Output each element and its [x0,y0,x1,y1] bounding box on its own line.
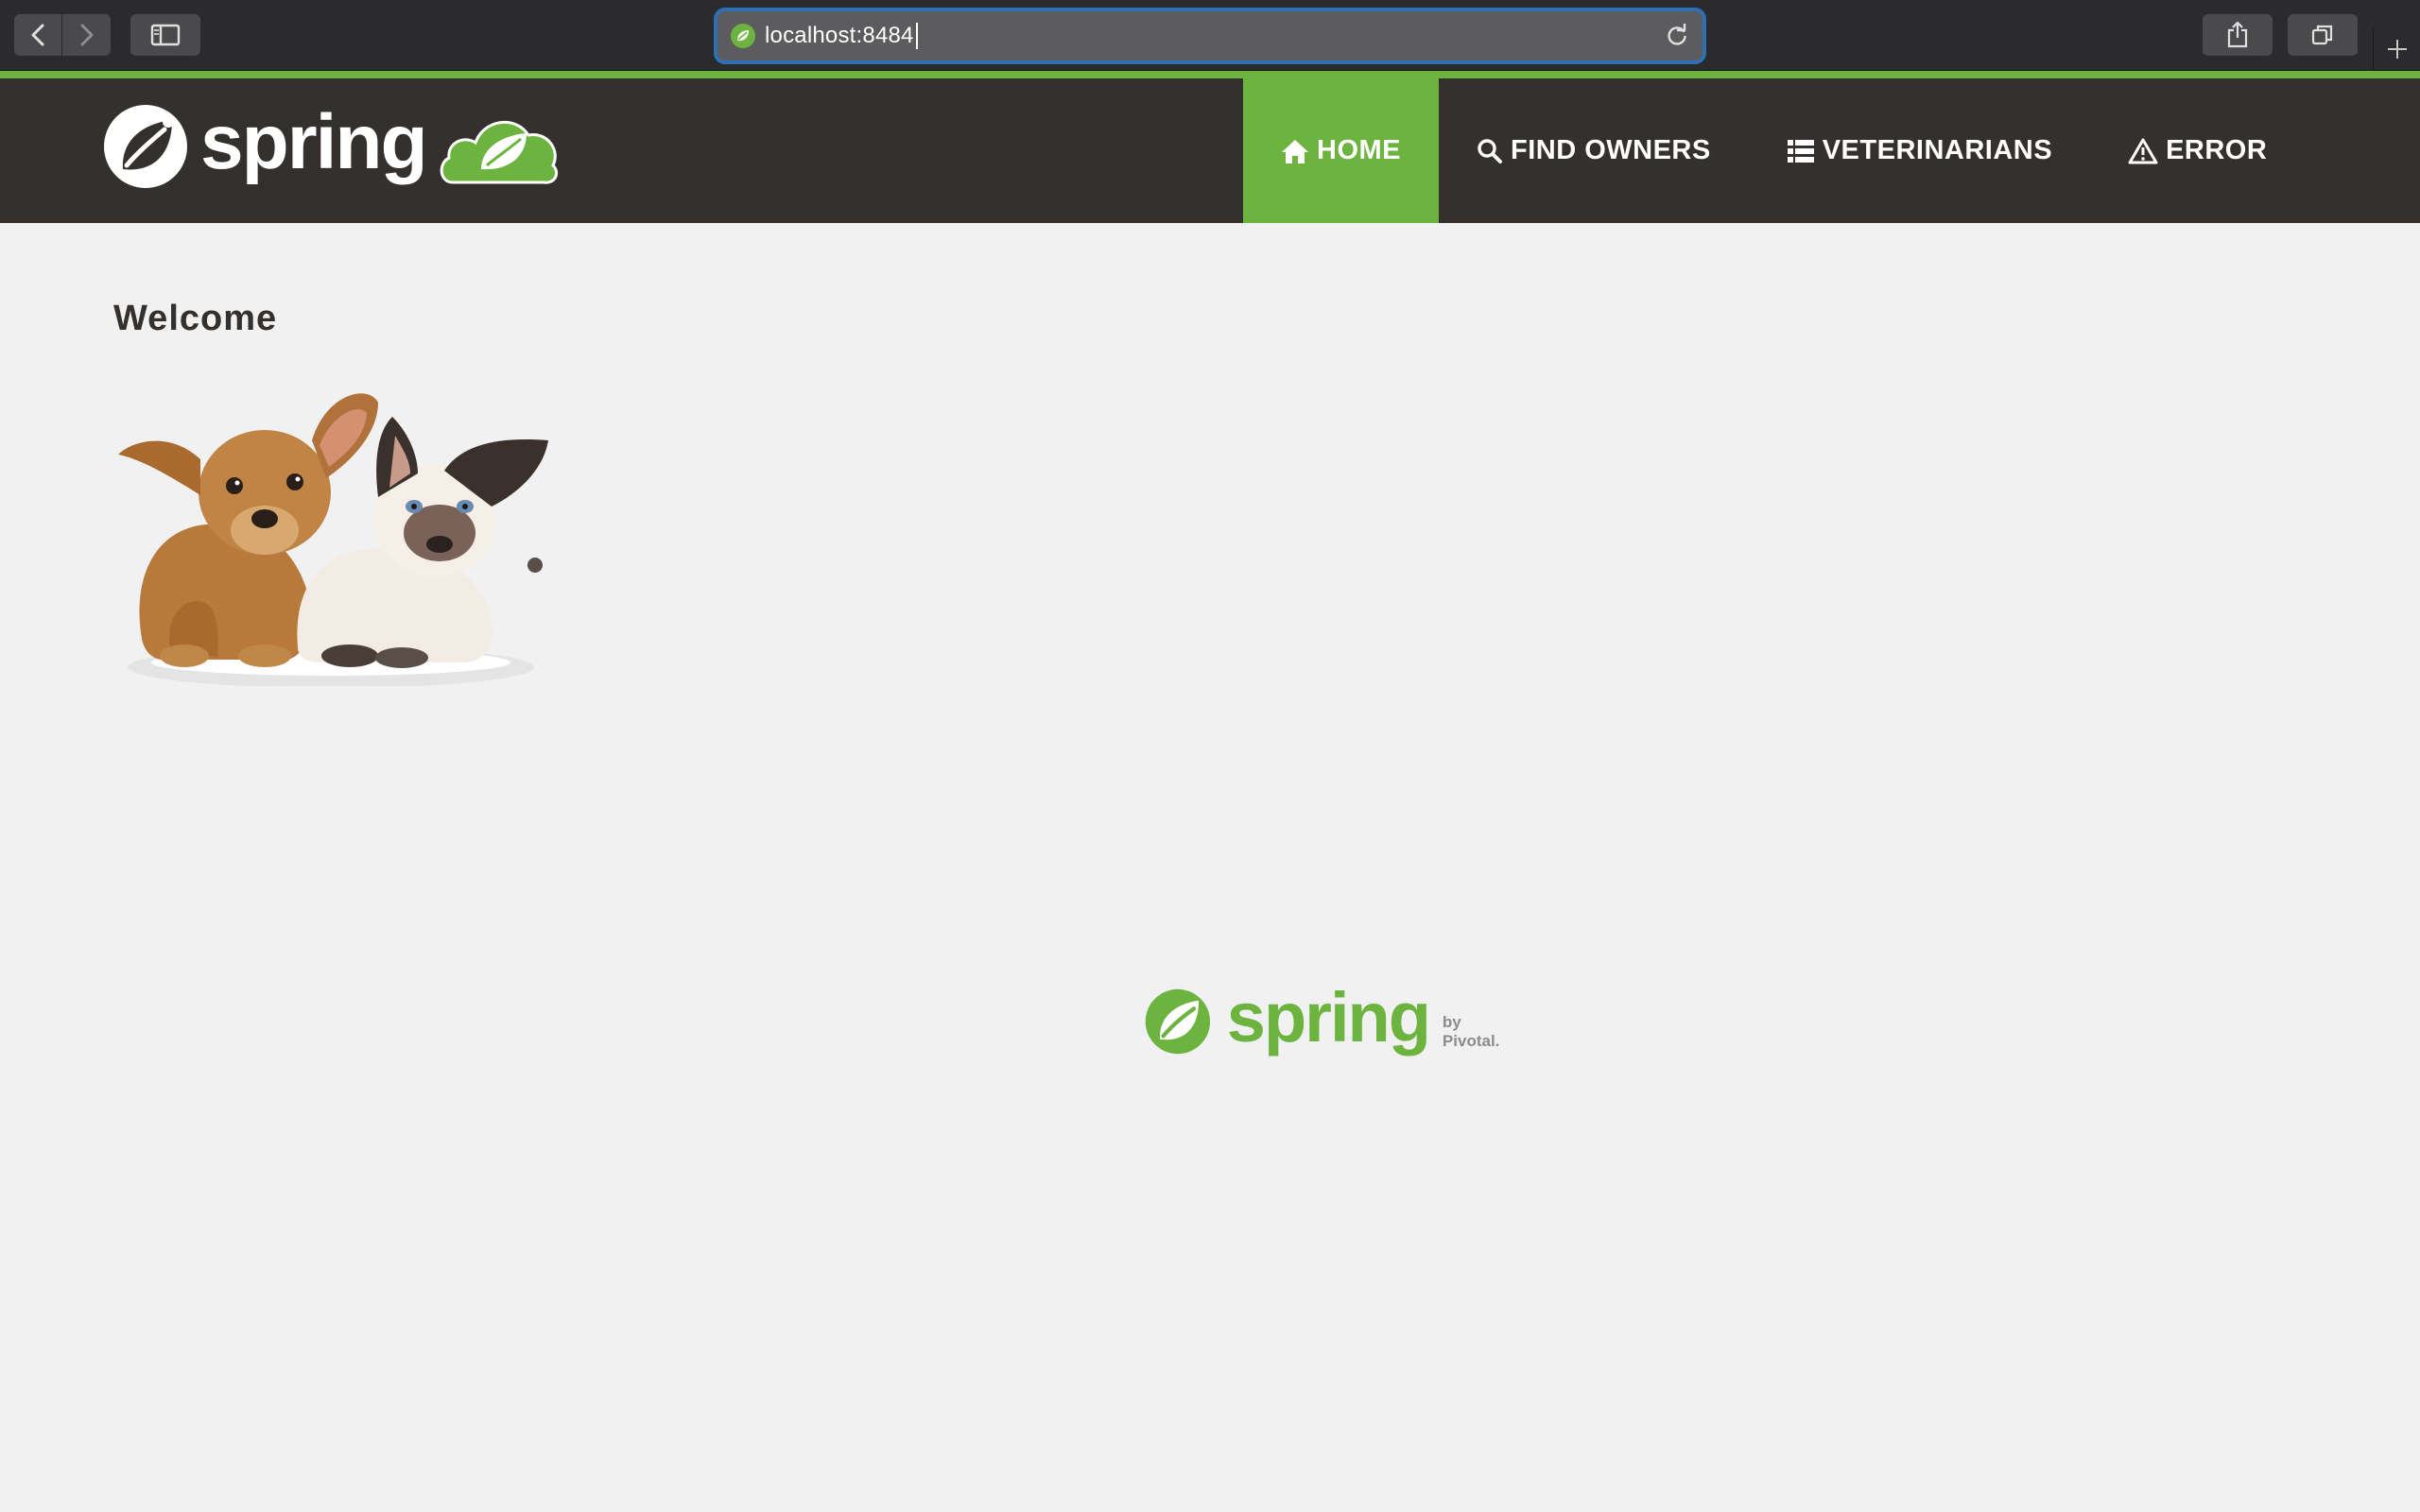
nav-find-owners-label: FIND OWNERS [1511,135,1711,165]
nav-error-label: ERROR [2166,135,2268,165]
spring-leaf-footer-icon [1145,988,1211,1055]
spring-leaf-logo-icon [104,105,187,188]
tab-overview-button[interactable] [2288,14,2358,56]
pets-image [118,393,548,686]
new-tab-button[interactable] [2373,26,2420,71]
nav-find-owners[interactable]: FIND OWNERS [1439,78,1749,223]
footer-wordmark: spring [1226,977,1431,1057]
footer-logo: spring by Pivotal. [1144,977,1512,1064]
site-favicon [731,24,755,48]
reload-icon [1668,22,1686,45]
brand-logo-link[interactable]: spring [102,99,561,194]
history-navigation [14,14,112,56]
brand-wordmark: spring [200,99,428,185]
plus-icon [2387,39,2407,59]
cloud-leaf-logo-icon [440,120,558,184]
share-button[interactable] [2203,14,2273,56]
nav-home-label: HOME [1317,135,1401,165]
share-icon [2227,21,2248,48]
tabs-icon [2311,25,2333,45]
sidebar-toggle-button[interactable] [130,14,200,56]
home-icon [1281,138,1309,164]
chevron-left-icon [31,24,44,46]
site-navbar: spring HOME FIND OWNERS VETERINARIANS ER… [0,78,2420,223]
search-icon [1477,138,1503,164]
forward-button[interactable] [62,14,111,56]
footer-pivotal-text: by Pivotal. [1442,1013,1500,1050]
nav-veterinarians-label: VETERINARIANS [1822,135,2053,165]
reload-button[interactable] [1665,22,1689,53]
page-title: Welcome [113,299,278,338]
chevron-right-icon [80,24,93,46]
header-accent-strip [0,71,2420,78]
list-icon [1787,138,1815,164]
url-text: localhost:8484 [765,23,914,48]
text-cursor [915,23,918,49]
back-button[interactable] [14,14,62,56]
nav-veterinarians[interactable]: VETERINARIANS [1749,78,2090,223]
browser-toolbar: localhost:8484 [0,0,2420,71]
sidebar-icon [150,24,181,46]
address-bar[interactable]: localhost:8484 [717,11,1703,60]
nav-error[interactable]: ERROR [2090,78,2305,223]
main-menu: HOME FIND OWNERS VETERINARIANS ERROR [1243,78,2305,223]
warning-icon [2128,138,2158,164]
nav-home[interactable]: HOME [1243,78,1439,223]
